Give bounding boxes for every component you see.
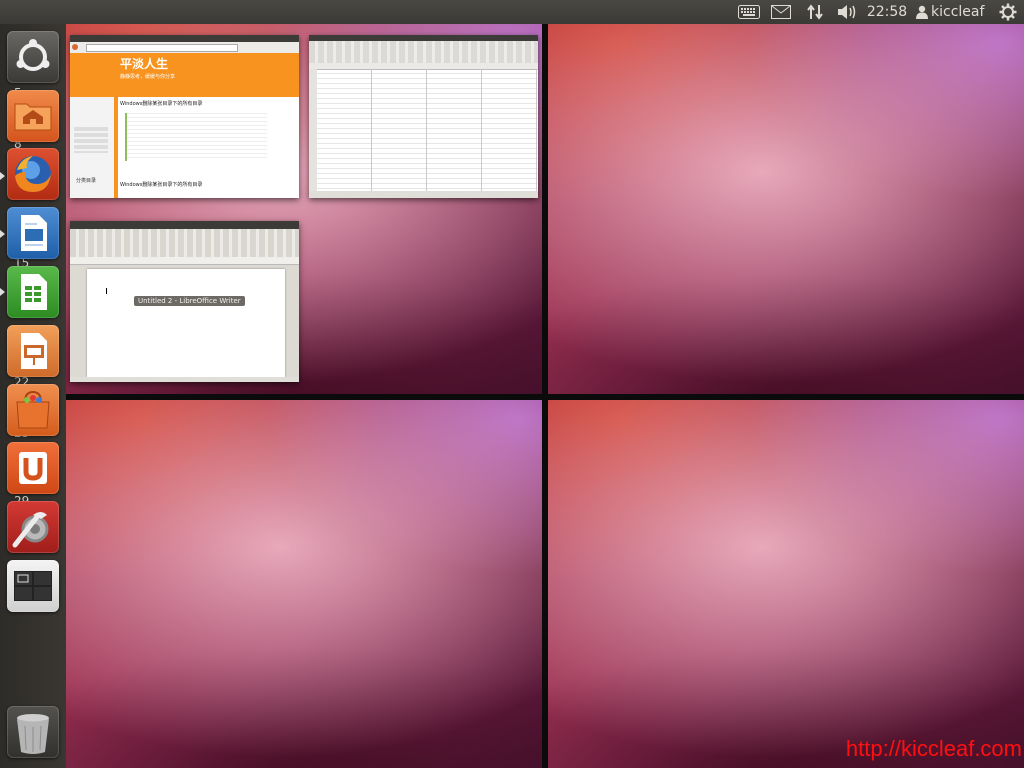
- window-title-tooltip: Untitled 2 - LibreOffice Writer: [134, 296, 245, 306]
- blog-sidebar: 分类目录: [70, 97, 114, 198]
- sidebar-category-label: 分类目录: [76, 178, 97, 184]
- launcher: 5678910111213141516171819202122232425262…: [0, 24, 66, 768]
- keyboard-icon[interactable]: [736, 0, 762, 24]
- impress-icon[interactable]: [7, 325, 59, 377]
- volume-icon[interactable]: [834, 0, 860, 24]
- power-gear-icon[interactable]: [996, 0, 1020, 24]
- trash-icon[interactable]: [7, 706, 59, 758]
- user-menu[interactable]: kiccleaf: [916, 0, 988, 24]
- clock[interactable]: 22:58: [864, 0, 910, 24]
- network-icon[interactable]: [802, 0, 828, 24]
- firefox-window-thumbnail[interactable]: 平淡人生 静静思考，缓缓与你分享 分类目录 Windows删除某张目录下的所有目…: [70, 35, 299, 198]
- top-panel: 22:58 kiccleaf: [0, 0, 1024, 24]
- blog-header: 平淡人生 静静思考，缓缓与你分享: [70, 53, 299, 97]
- calc-window-thumbnail[interactable]: [309, 35, 538, 198]
- blog-subtitle: 静静思考，缓缓与你分享: [120, 74, 176, 80]
- workspace-switcher-icon[interactable]: [7, 560, 59, 612]
- workspace-3[interactable]: [66, 400, 542, 768]
- software-center-icon[interactable]: [7, 384, 59, 436]
- calc-icon[interactable]: [7, 266, 59, 318]
- ubuntu-one-icon[interactable]: [7, 442, 59, 494]
- firefox-icon[interactable]: [7, 148, 59, 200]
- writer-page[interactable]: [87, 269, 285, 377]
- user-icon: [916, 5, 928, 19]
- writer-icon[interactable]: [7, 207, 59, 259]
- settings-icon[interactable]: [7, 501, 59, 553]
- workspace-divider-horizontal: [66, 394, 1024, 400]
- mail-icon[interactable]: [768, 0, 794, 24]
- ubuntu-logo-icon[interactable]: [7, 31, 59, 83]
- blog-title: 平淡人生: [120, 57, 169, 71]
- workspace-2[interactable]: [548, 24, 1024, 394]
- workspace-4[interactable]: [548, 400, 1024, 768]
- home-folder-icon[interactable]: [7, 90, 59, 142]
- post-heading-2[interactable]: Windows删除某张目录下的所有目录: [120, 181, 202, 188]
- workspace-1[interactable]: 平淡人生 静静思考，缓缓与你分享 分类目录 Windows删除某张目录下的所有目…: [66, 24, 542, 394]
- spreadsheet-grid[interactable]: [317, 69, 538, 191]
- post-heading[interactable]: Windows删除某张目录下的所有目录: [120, 100, 202, 107]
- watermark: http://kiccleaf.com: [845, 736, 1022, 761]
- username: kiccleaf: [931, 4, 985, 20]
